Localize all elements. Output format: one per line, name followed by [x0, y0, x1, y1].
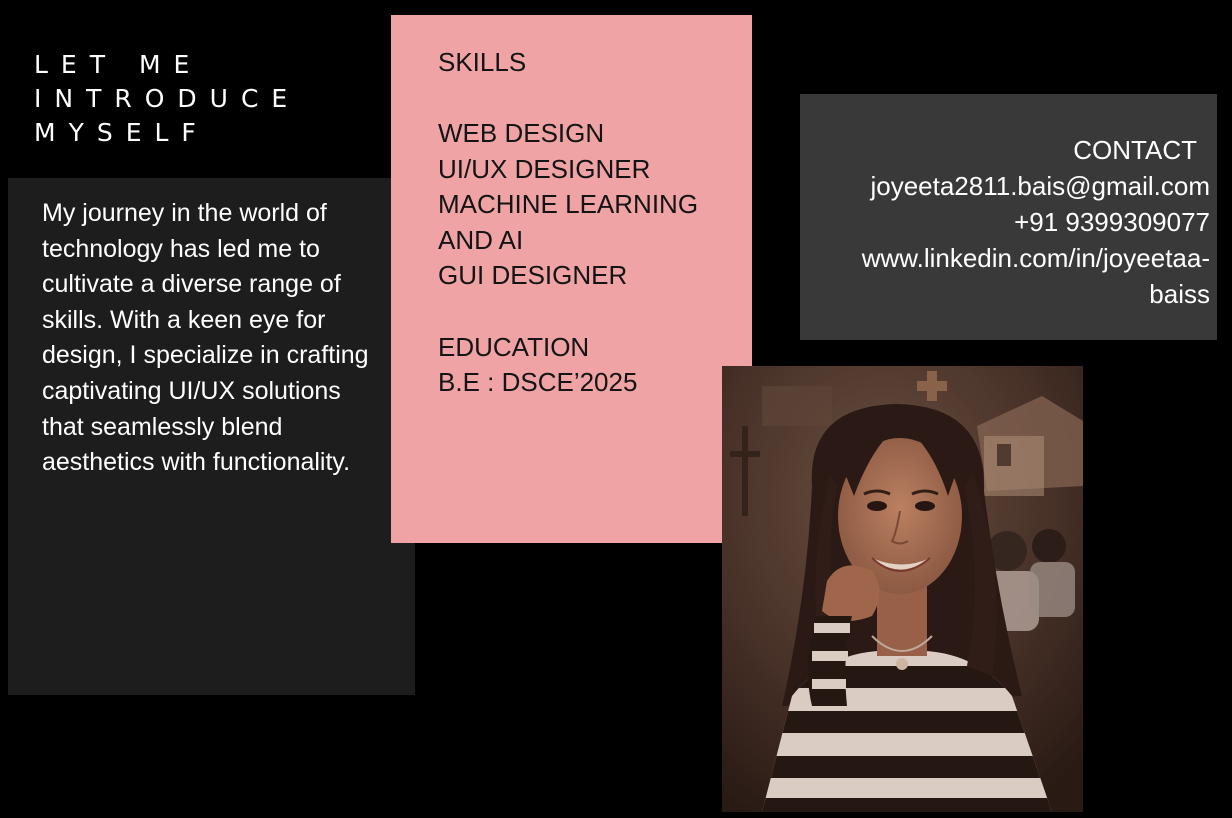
skill-item: MACHINE LEARNING	[438, 189, 699, 220]
skill-item: AND AI	[438, 224, 524, 255]
contact-card: CONTACT joyeeta2811.bais@gmail.com +91 9…	[800, 94, 1217, 340]
skill-item: GUI DESIGNER	[438, 260, 628, 291]
contact-phone[interactable]: +91 9399309077	[810, 204, 1210, 240]
skills-heading: SKILLS	[438, 47, 527, 77]
skill-item: WEB DESIGN	[438, 118, 605, 148]
education-heading: EDUCATION	[438, 332, 590, 362]
about-card: My journey in the world of technology ha…	[8, 178, 415, 695]
contact-email[interactable]: joyeeta2811.bais@gmail.com	[810, 168, 1210, 204]
contact-linkedin-line-1[interactable]: www.linkedin.com/in/joyeetaa-	[810, 240, 1210, 276]
contact-lines: CONTACT joyeeta2811.bais@gmail.com +91 9…	[810, 132, 1210, 312]
about-text: My journey in the world of technology ha…	[42, 199, 369, 477]
profile-photo	[722, 366, 1083, 812]
intro-heading: LET ME INTRODUCE MYSELF	[34, 48, 374, 150]
profile-photo-illustration	[722, 366, 1083, 812]
education-value: B.E : DSCE’2025	[438, 367, 638, 397]
intro-heading-line-2: INTRODUCE	[34, 84, 301, 113]
skills-card: SKILLS WEB DESIGN UI/UX DESIGNER MACHINE…	[391, 15, 752, 543]
skill-item: UI/UX DESIGNER	[438, 153, 651, 184]
contact-heading: CONTACT	[1073, 135, 1197, 165]
intro-heading-line-3: MYSELF	[34, 118, 209, 147]
contact-linkedin-line-2[interactable]: baiss	[810, 276, 1210, 312]
skills-list: WEB DESIGN UI/UX DESIGNER MACHINE LEARNI…	[438, 116, 698, 294]
intro-heading-line-1: LET ME	[34, 50, 203, 79]
